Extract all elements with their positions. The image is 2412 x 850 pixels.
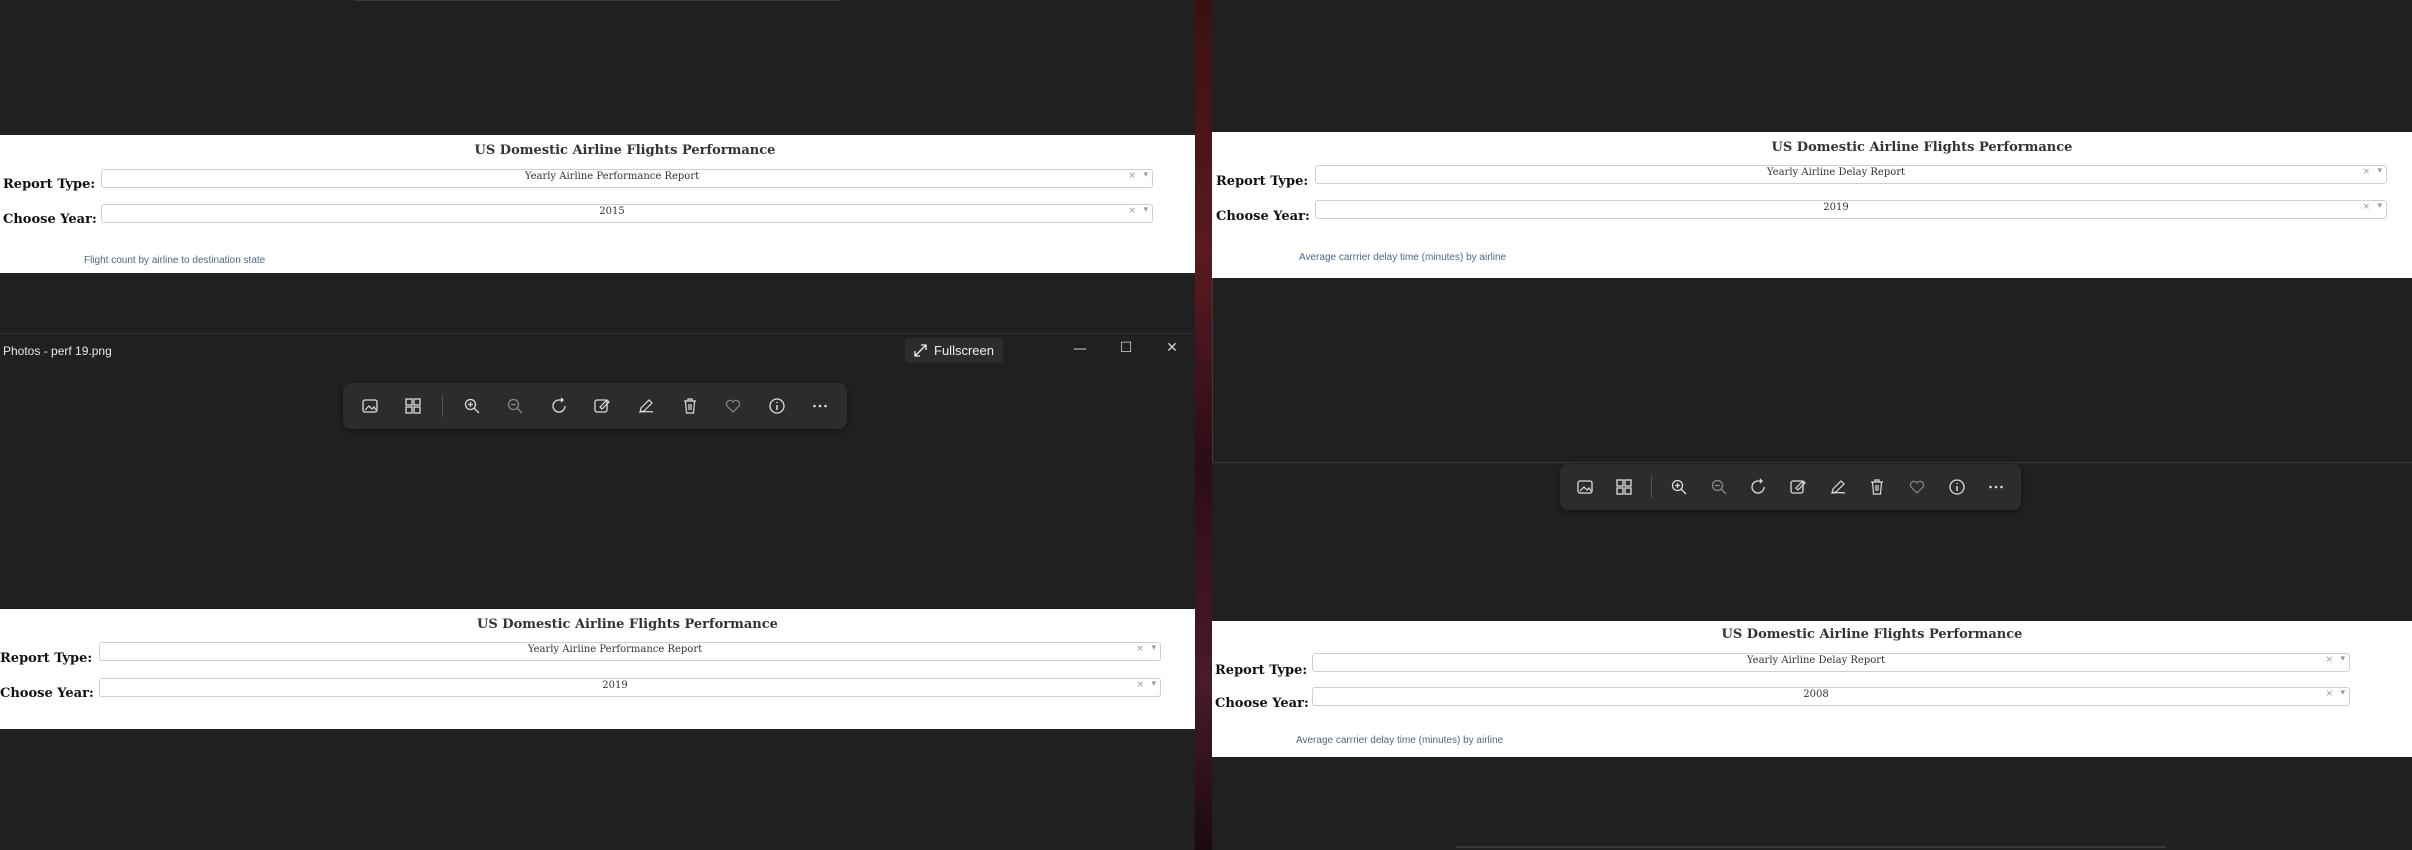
minimize-button[interactable]: — [1065, 341, 1095, 357]
report-type-dropdown[interactable]: Yearly Airline Performance Report × ▾ [99, 642, 1161, 661]
photo-toolbar-right [1560, 464, 2021, 510]
zoom-in-icon[interactable] [457, 391, 487, 421]
report-type-label: Report Type: [1215, 663, 1308, 678]
choose-year-label: Choose Year: [0, 686, 94, 701]
report-type-label: Report Type: [1216, 174, 1309, 189]
chevron-down-icon[interactable]: ▾ [1151, 679, 1156, 689]
chevron-down-icon[interactable]: ▾ [2340, 688, 2345, 698]
clear-icon[interactable]: × [1128, 171, 1136, 181]
toolbar-separator [1651, 476, 1653, 498]
gallery-icon[interactable] [1572, 472, 1598, 502]
zoom-out-icon[interactable] [1706, 472, 1732, 502]
image-canvas-frame [1212, 278, 2412, 463]
canvas-edge-line [355, 0, 840, 1]
rotate-icon[interactable] [544, 391, 574, 421]
window-title: Photos - perf 19.png [3, 344, 112, 358]
dashboard-panel-top-left: US Domestic Airline Flights Performance … [0, 135, 1195, 273]
delete-icon[interactable] [1864, 472, 1890, 502]
report-type-dropdown[interactable]: Yearly Airline Delay Report × ▾ [1315, 165, 2387, 184]
year-value: 2019 [602, 680, 628, 691]
clear-icon[interactable]: × [2362, 202, 2370, 212]
dashboard-panel-top-right: US Domestic Airline Flights Performance … [1212, 132, 2412, 278]
close-button[interactable]: ✕ [1157, 340, 1187, 356]
clear-icon[interactable]: × [2325, 655, 2333, 665]
page-title: US Domestic Airline Flights Performance [1771, 140, 2073, 155]
rotate-icon[interactable] [1745, 472, 1771, 502]
chevron-down-icon[interactable]: ▾ [2340, 654, 2345, 664]
page-title: US Domestic Airline Flights Performance [474, 143, 776, 158]
zoom-in-icon[interactable] [1666, 472, 1692, 502]
favorite-icon[interactable] [1904, 472, 1930, 502]
canvas-edge-line [1456, 846, 2166, 848]
dashboard-panel-bottom-left: US Domestic Airline Flights Performance … [0, 609, 1195, 729]
draw-icon[interactable] [631, 391, 661, 421]
zoom-out-icon[interactable] [501, 391, 531, 421]
dashboard-panel-bottom-right: US Domestic Airline Flights Performance … [1212, 621, 2412, 757]
chevron-down-icon[interactable]: ▾ [2377, 166, 2382, 176]
delete-icon[interactable] [675, 391, 705, 421]
chevron-down-icon[interactable]: ▾ [1143, 205, 1148, 215]
choose-year-label: Choose Year: [1216, 209, 1310, 224]
year-dropdown[interactable]: 2019 × ▾ [1315, 200, 2387, 219]
collection-icon[interactable] [399, 391, 429, 421]
chevron-down-icon[interactable]: ▾ [2377, 201, 2382, 211]
choose-year-label: Choose Year: [3, 212, 97, 227]
edit-image-icon[interactable] [1785, 472, 1811, 502]
clear-icon[interactable]: × [2325, 689, 2333, 699]
chart-caption: Average carrrier delay time (minutes) by… [1299, 252, 1507, 263]
clear-icon[interactable]: × [1136, 680, 1144, 690]
clear-icon[interactable]: × [1128, 206, 1136, 216]
report-type-label: Report Type: [3, 177, 96, 192]
clear-icon[interactable]: × [1136, 644, 1144, 654]
draw-icon[interactable] [1825, 472, 1851, 502]
chart-caption: Flight count by airline to destination s… [84, 255, 266, 266]
year-dropdown[interactable]: 2019 × ▾ [99, 678, 1161, 697]
info-icon[interactable] [762, 391, 792, 421]
report-type-value: Yearly Airline Performance Report [527, 644, 703, 655]
fullscreen-label: Fullscreen [934, 343, 994, 358]
photo-toolbar-left [343, 383, 847, 429]
year-dropdown[interactable]: 2015 × ▾ [101, 204, 1153, 223]
more-icon[interactable] [1983, 472, 2009, 502]
chevron-down-icon[interactable]: ▾ [1151, 643, 1156, 653]
report-type-value: Yearly Airline Delay Report [1746, 655, 1886, 666]
year-value: 2015 [599, 206, 625, 217]
photos-titlebar: Photos - perf 19.png Fullscreen — ☐ ✕ [0, 333, 1195, 368]
year-value: 2019 [1823, 202, 1849, 213]
year-value: 2008 [1803, 689, 1829, 700]
maximize-button[interactable]: ☐ [1111, 340, 1141, 356]
toolbar-separator [442, 395, 444, 417]
more-icon[interactable] [805, 391, 835, 421]
page-title: US Domestic Airline Flights Performance [1721, 627, 2023, 642]
chart-caption: Average carrrier delay time (minutes) by… [1296, 735, 1504, 746]
report-type-label: Report Type: [0, 651, 93, 666]
report-type-dropdown[interactable]: Yearly Airline Delay Report × ▾ [1312, 653, 2350, 672]
choose-year-label: Choose Year: [1215, 696, 1309, 711]
report-type-dropdown[interactable]: Yearly Airline Performance Report × ▾ [101, 169, 1153, 188]
report-type-value: Yearly Airline Performance Report [524, 171, 700, 182]
expand-icon [914, 344, 927, 357]
collection-icon[interactable] [1612, 472, 1638, 502]
year-dropdown[interactable]: 2008 × ▾ [1312, 687, 2350, 706]
report-type-value: Yearly Airline Delay Report [1766, 167, 1906, 178]
info-icon[interactable] [1944, 472, 1970, 502]
chevron-down-icon[interactable]: ▾ [1143, 170, 1148, 180]
desktop-wallpaper-strip [1195, 0, 1212, 850]
gallery-icon[interactable] [355, 391, 385, 421]
edit-image-icon[interactable] [588, 391, 618, 421]
page-title: US Domestic Airline Flights Performance [477, 617, 778, 632]
clear-icon[interactable]: × [2362, 167, 2370, 177]
fullscreen-button[interactable]: Fullscreen [905, 338, 1003, 363]
favorite-icon[interactable] [718, 391, 748, 421]
